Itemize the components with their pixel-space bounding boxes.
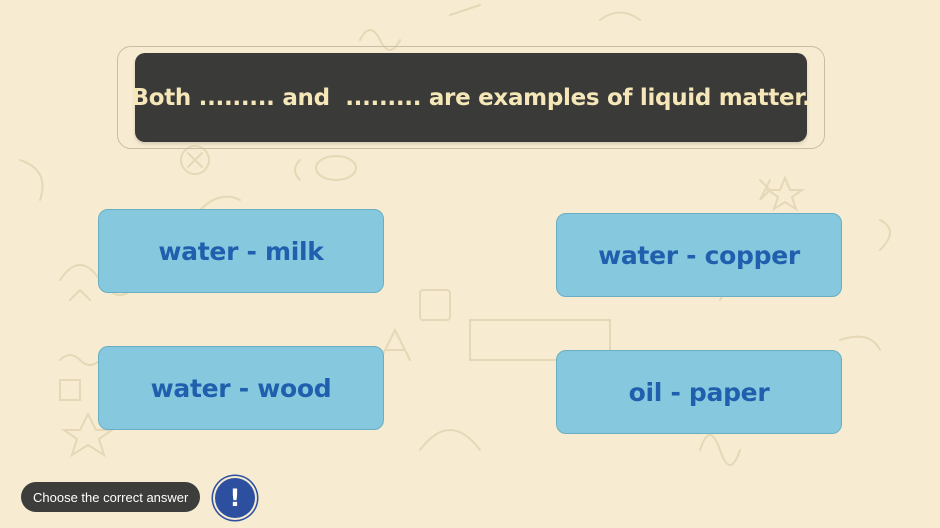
instruction-pill: Choose the correct answer [21,482,201,512]
answer-option-3[interactable]: water - wood [98,346,384,430]
question-text: Both ......... and ......... are example… [131,84,811,111]
answer-option-label: water - copper [598,240,800,270]
answer-option-4[interactable]: oil - paper [556,350,842,434]
answer-option-1[interactable]: water - milk [98,209,384,293]
question-box: Both ......... and ......... are example… [131,53,811,142]
answer-option-label: oil - paper [628,377,770,407]
answer-option-label: water - milk [158,236,324,266]
answer-option-2[interactable]: water - copper [556,213,842,297]
instruction-text: Choose the correct answer [33,489,189,505]
answer-option-label: water - wood [150,373,332,403]
info-button[interactable]: ! [215,478,255,518]
exclamation-icon: ! [229,484,241,512]
